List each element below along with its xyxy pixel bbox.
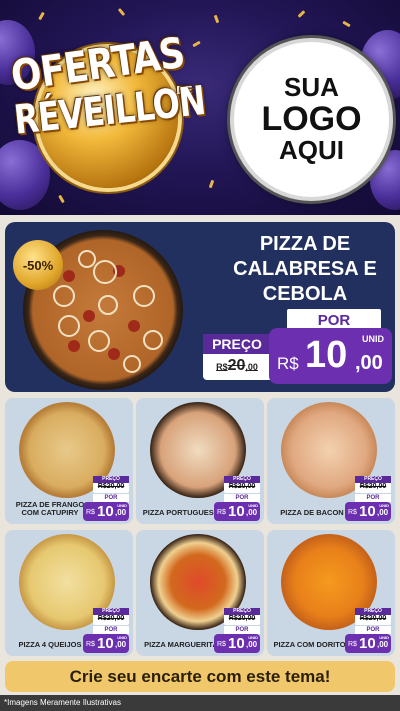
logo-placeholder: SUA LOGO AQUI	[230, 38, 393, 201]
price-unit: UNID	[362, 334, 384, 344]
discount-badge: -50%	[13, 240, 63, 290]
new-price-box: R$ 10,00 UNID	[214, 634, 260, 653]
confetti-decoration	[192, 40, 201, 48]
create-flyer-button[interactable]: Crie seu encarte com este tema!	[5, 661, 395, 692]
product-card: PIZZA MARGUERITA PREÇO R$20,00 POR R$ 10,0…	[136, 530, 264, 656]
header-banner: OFERTAS DE RÉVEILLON SUA LOGO AQUI	[0, 0, 400, 215]
old-price-box: PREÇO R$20,00	[355, 476, 391, 493]
logo-text-1: SUA	[284, 72, 339, 103]
price-decimal: ,00	[355, 352, 383, 374]
new-price-box: R$ 10,00 UNID	[214, 502, 260, 521]
por-label: POR	[224, 626, 260, 634]
product-name: PIZZA PORTUGUESA	[142, 508, 220, 518]
product-name: PIZZA DE FRANGO COM CATUPIRY	[15, 499, 85, 518]
confetti-decoration	[342, 20, 351, 28]
product-card: PIZZA PORTUGUESA PREÇO R$20,00 POR R$ 10,0…	[136, 398, 264, 524]
new-price-box: R$ 10,00 UNID	[83, 502, 129, 521]
new-price-box: R$ 10,00 UNID	[345, 502, 391, 521]
logo-text-3: AQUI	[279, 135, 344, 166]
new-price-box: R$ 10,00 UNID	[345, 634, 391, 653]
featured-offer: -50% PIZZA DE CALABRESA E CEBOLA POR PRE…	[5, 222, 395, 392]
old-price: R$20,00	[216, 357, 258, 374]
old-price-box: PREÇO R$20,00	[93, 608, 129, 625]
old-price-box: PREÇO R$20,00	[93, 476, 129, 493]
disclaimer-text: *Imagens Meramente Ilustrativas	[0, 695, 400, 711]
product-card: PIZZA DE BACON PREÇO R$20,00 POR R$ 10,00 U…	[267, 398, 395, 524]
new-price-box: R$ 10,00 UNID	[83, 634, 129, 653]
product-card: PIZZA 4 QUEIJOS PREÇO R$20,00 POR R$ 10,00…	[5, 530, 133, 656]
product-name: PIZZA 4 QUEIJOS	[18, 640, 82, 650]
old-price-box: PREÇO R$20,00	[355, 608, 391, 625]
featured-product-name: PIZZA DE CALABRESA E CEBOLA	[233, 233, 377, 305]
por-label: POR	[355, 626, 391, 634]
price-integer: 10	[305, 334, 348, 376]
confetti-decoration	[297, 10, 306, 18]
por-label: POR	[224, 494, 260, 502]
confetti-decoration	[208, 179, 215, 189]
logo-text-2: LOGO	[261, 99, 362, 138]
old-price-box: PREÇO R$20,00	[224, 608, 260, 625]
new-price-box: R$ 10 ,00 UNID	[269, 328, 392, 384]
old-price-box: PREÇO R$20,00	[224, 476, 260, 493]
por-label: POR	[355, 494, 391, 502]
por-label: POR	[93, 494, 129, 502]
preco-label: PREÇO	[203, 334, 271, 354]
product-card: PIZZA COM DORITOS PREÇO R$20,00 POR R$ 10,…	[267, 530, 395, 656]
confetti-decoration	[38, 11, 45, 21]
product-card: PIZZA DE FRANGO COM CATUPIRY PREÇO R$20,0…	[5, 398, 133, 524]
balloon-decoration	[0, 140, 50, 210]
por-label: POR	[93, 626, 129, 634]
product-name: PIZZA COM DORITOS	[273, 640, 351, 650]
confetti-decoration	[213, 14, 220, 24]
price-currency: R$	[277, 354, 299, 373]
confetti-decoration	[117, 7, 126, 17]
old-price-box: PREÇO R$20,00	[203, 334, 271, 380]
product-name: PIZZA MARGUERITA	[144, 640, 218, 650]
confetti-decoration	[58, 194, 65, 204]
product-name: PIZZA DE BACON	[280, 508, 344, 518]
